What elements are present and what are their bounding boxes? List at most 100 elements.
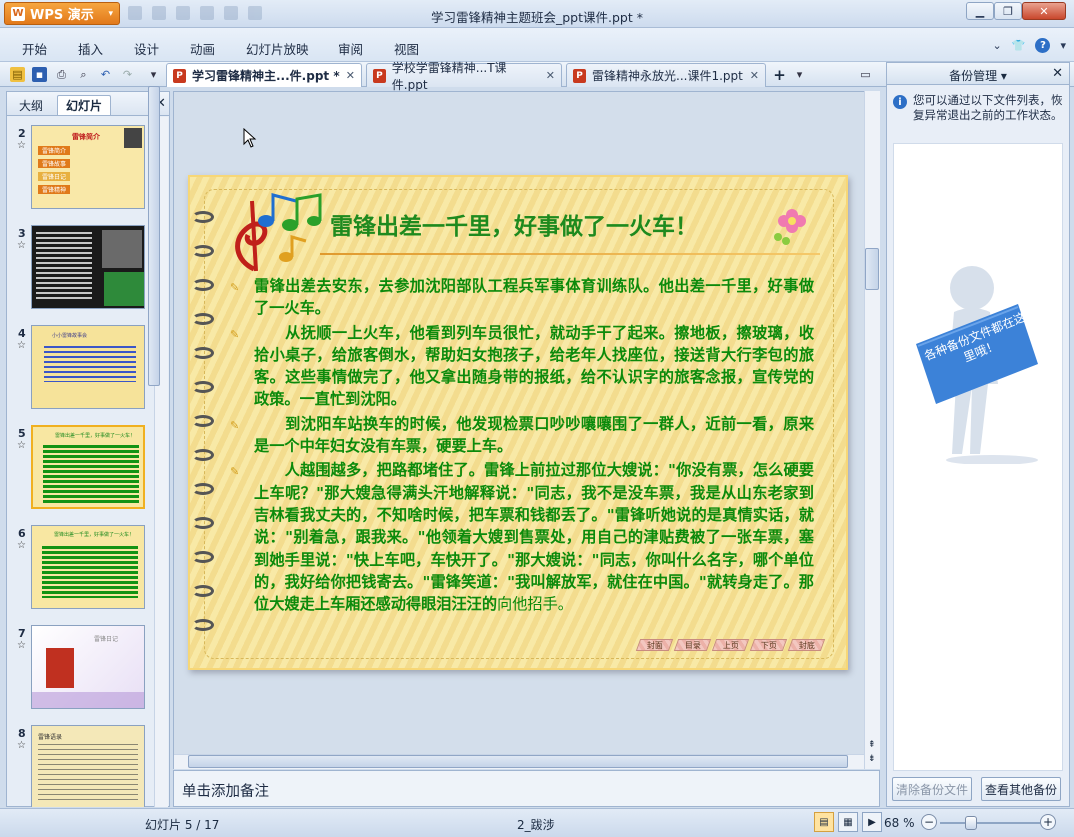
body-paragraph: ✎ 人越围越多，把路都堵住了。雷锋上前拉过那位大嫂说："你没有票，怎么硬要上车呢… xyxy=(230,459,814,615)
zoom-in-icon[interactable]: + xyxy=(1040,814,1056,830)
menu-animation[interactable]: 动画 xyxy=(190,39,215,58)
slide-title[interactable]: 雷锋出差一千里，好事做了一火车！ xyxy=(330,207,698,241)
thumb-title: 雷锋语录 xyxy=(38,734,63,741)
thumb-item: 雷锋精神 xyxy=(38,185,70,194)
next-slide-arrow-icon[interactable]: ⇟ xyxy=(868,754,876,764)
close-icon[interactable]: ✕ xyxy=(1052,66,1063,81)
spiral-ring xyxy=(192,415,214,427)
customize-toolbar-icon[interactable]: ▾ xyxy=(146,67,161,82)
maximize-button[interactable]: ❐ xyxy=(994,2,1022,20)
close-tab-icon[interactable]: ✕ xyxy=(750,69,759,82)
nav-prev-button[interactable]: 上页 xyxy=(711,639,750,651)
thumb-item: 雷锋日记 xyxy=(38,172,70,181)
wps-logo-icon: W xyxy=(11,6,25,21)
flower-icon xyxy=(774,209,806,245)
menu-view[interactable]: 视图 xyxy=(394,39,419,58)
spiral-ring xyxy=(192,449,214,461)
open-folder-icon[interactable]: ▤ xyxy=(10,67,25,82)
slide-counter: 幻灯片 5 / 17 xyxy=(145,818,220,832)
collapse-ribbon-icon[interactable]: ⌄ xyxy=(993,39,1002,52)
normal-view-icon[interactable]: ▤ xyxy=(814,812,834,832)
close-button[interactable]: ✕ xyxy=(1022,2,1066,20)
menu-design[interactable]: 设计 xyxy=(134,39,159,58)
skin-icon[interactable]: 👕 xyxy=(1012,39,1026,52)
app-name: WPS 演示 xyxy=(30,8,94,23)
notes-pane[interactable]: 单击添加备注 xyxy=(173,770,880,807)
zoom-slider-track[interactable] xyxy=(940,822,1040,824)
thumbnail-slide-4[interactable]: 4 ☆ 小小雷锋故事会 xyxy=(7,325,153,415)
backup-file-list[interactable]: 各种备份文件都在这里哦！ xyxy=(893,143,1063,771)
print-icon[interactable]: ⎙ xyxy=(54,67,69,82)
undo-icon[interactable]: ↶ xyxy=(98,67,113,82)
theme-name: 2_跋涉 xyxy=(517,818,555,832)
clear-backup-button[interactable]: 清除备份文件 xyxy=(892,777,972,801)
menu-insert[interactable]: 插入 xyxy=(78,39,103,58)
zoom-slider-knob[interactable] xyxy=(965,816,977,830)
thumbnail-image: 雷锋语录 xyxy=(31,725,145,807)
nav-next-button[interactable]: 下页 xyxy=(749,639,788,651)
paragraph-text: 到沈阳车站换车的时候，他发现检票口吵吵嚷嚷围了一群人，近前一看，原来是一个中年妇… xyxy=(254,414,814,456)
print-preview-icon[interactable]: ⌕ xyxy=(76,67,91,82)
slide-sorter-view-icon[interactable]: ▦ xyxy=(838,812,858,832)
editor-horizontal-scroll-thumb[interactable] xyxy=(188,755,848,768)
mouse-cursor-icon xyxy=(243,128,257,148)
backup-panel-title[interactable]: 备份管理 xyxy=(949,69,997,83)
doc-tab-2[interactable]: P 学校学雷锋精神...T课件.ppt ✕ xyxy=(366,61,562,92)
spiral-ring xyxy=(192,211,214,223)
save-icon[interactable]: ▪ xyxy=(32,67,47,82)
paragraph-text: 从抚顺一上火车，他看到列车员很忙，就动手干了起来。擦地板，擦玻璃，收拾小桌子，给… xyxy=(254,323,814,409)
nav-back-cover-button[interactable]: 封底 xyxy=(787,639,826,651)
close-tab-icon[interactable]: ✕ xyxy=(346,69,355,82)
thumbnail-slide-7[interactable]: 7 ☆ 雷锋日记 xyxy=(7,625,153,715)
menu-review[interactable]: 审阅 xyxy=(338,39,363,58)
thumbnail-slide-5[interactable]: 5 ☆ 雷锋出差一千里，好事做了一火车！ xyxy=(7,425,153,515)
music-notes-icon xyxy=(235,193,322,272)
thumbnail-image: 雷锋出差一千里，好事做了一火车！ xyxy=(31,525,145,609)
spiral-ring xyxy=(192,585,214,597)
panel-tabs: 大纲 幻灯片 ✕ xyxy=(7,92,169,116)
thumbnail-slide-8[interactable]: 8 ☆ 雷锋语录 xyxy=(7,725,153,807)
thumbnails-scroll-thumb[interactable] xyxy=(148,86,160,386)
view-other-backup-button[interactable]: 查看其他备份 xyxy=(981,777,1061,801)
current-slide[interactable]: 雷锋出差一千里，好事做了一火车！ ✎ 雷锋出差去安东，去参加沈阳部队工程兵军事体育… xyxy=(188,175,848,670)
menu-slideshow[interactable]: 幻灯片放映 xyxy=(246,39,309,58)
spiral-ring xyxy=(192,381,214,393)
minimize-button[interactable]: ▁ xyxy=(966,2,994,20)
close-tab-icon[interactable]: ✕ xyxy=(546,69,555,82)
redo-icon[interactable]: ↷ xyxy=(120,67,135,82)
slideshow-view-icon[interactable]: ▶ xyxy=(862,812,882,832)
nav-contents-button[interactable]: 目录 xyxy=(673,639,712,651)
doc-tab-3[interactable]: P 雷锋精神永放光...课件1.ppt ✕ xyxy=(566,63,766,87)
slide-thumbnails: 2 ☆ 雷锋简介 雷锋简介 雷锋故事 雷锋日记 雷锋精神 3 ☆ 4 ☆ 小小雷… xyxy=(7,117,153,807)
bullet-icon: ✎ xyxy=(230,327,240,341)
wps-menu-button[interactable]: W WPS 演示 ▾ xyxy=(4,2,120,25)
spiral-ring xyxy=(192,347,214,359)
task-pane-icon[interactable]: ▭ xyxy=(858,67,873,82)
transition-star-icon: ☆ xyxy=(17,540,26,551)
new-tab-icon[interactable]: + xyxy=(772,66,787,84)
tab-list-icon[interactable]: ▾ xyxy=(792,67,807,82)
title-bar: W WPS 演示 ▾ 学习雷锋精神主题班会_ppt课件.ppt * ▁ ❐ ✕ xyxy=(0,0,1074,28)
prev-slide-arrow-icon[interactable]: ⇞ xyxy=(868,740,876,750)
doc-tab-1[interactable]: P 学习雷锋精神主...件.ppt * ✕ xyxy=(166,63,362,87)
help-icon[interactable]: ? xyxy=(1035,38,1051,53)
help-dropdown-icon[interactable]: ▾ xyxy=(1060,39,1066,52)
body-paragraph: ✎ 从抚顺一上火车，他看到列车员很忙，就动手干了起来。擦地板，擦玻璃，收拾小桌子… xyxy=(230,322,814,411)
thumbnail-slide-3[interactable]: 3 ☆ xyxy=(7,225,153,315)
thumbnail-slide-6[interactable]: 6 ☆ 雷锋出差一千里，好事做了一火车！ xyxy=(7,525,153,615)
thumbnail-image: 小小雷锋故事会 xyxy=(31,325,145,409)
nav-cover-button[interactable]: 封面 xyxy=(635,639,674,651)
editor-vertical-scroll-thumb[interactable] xyxy=(865,248,879,290)
zoom-out-icon[interactable]: − xyxy=(921,814,937,830)
tab-slides[interactable]: 幻灯片 xyxy=(57,95,112,115)
slide-number: 5 xyxy=(18,427,26,440)
view-switcher: ▤ ▦ ▶ xyxy=(814,812,882,832)
spiral-ring xyxy=(192,313,214,325)
editor-vertical-scrollbar[interactable] xyxy=(864,91,880,769)
spiral-ring xyxy=(192,619,214,631)
slide-body-text[interactable]: ✎ 雷锋出差去安东，去参加沈阳部队工程兵军事体育训练队。他出差一千里，好事做了一火… xyxy=(230,275,814,615)
menu-home[interactable]: 开始 xyxy=(22,39,47,58)
thumbnail-slide-2[interactable]: 2 ☆ 雷锋简介 雷锋简介 雷锋故事 雷锋日记 雷锋精神 xyxy=(7,125,153,215)
tab-outline[interactable]: 大纲 xyxy=(11,95,51,115)
doc-tab-label: 学校学雷锋精神...T课件.ppt xyxy=(391,60,507,92)
